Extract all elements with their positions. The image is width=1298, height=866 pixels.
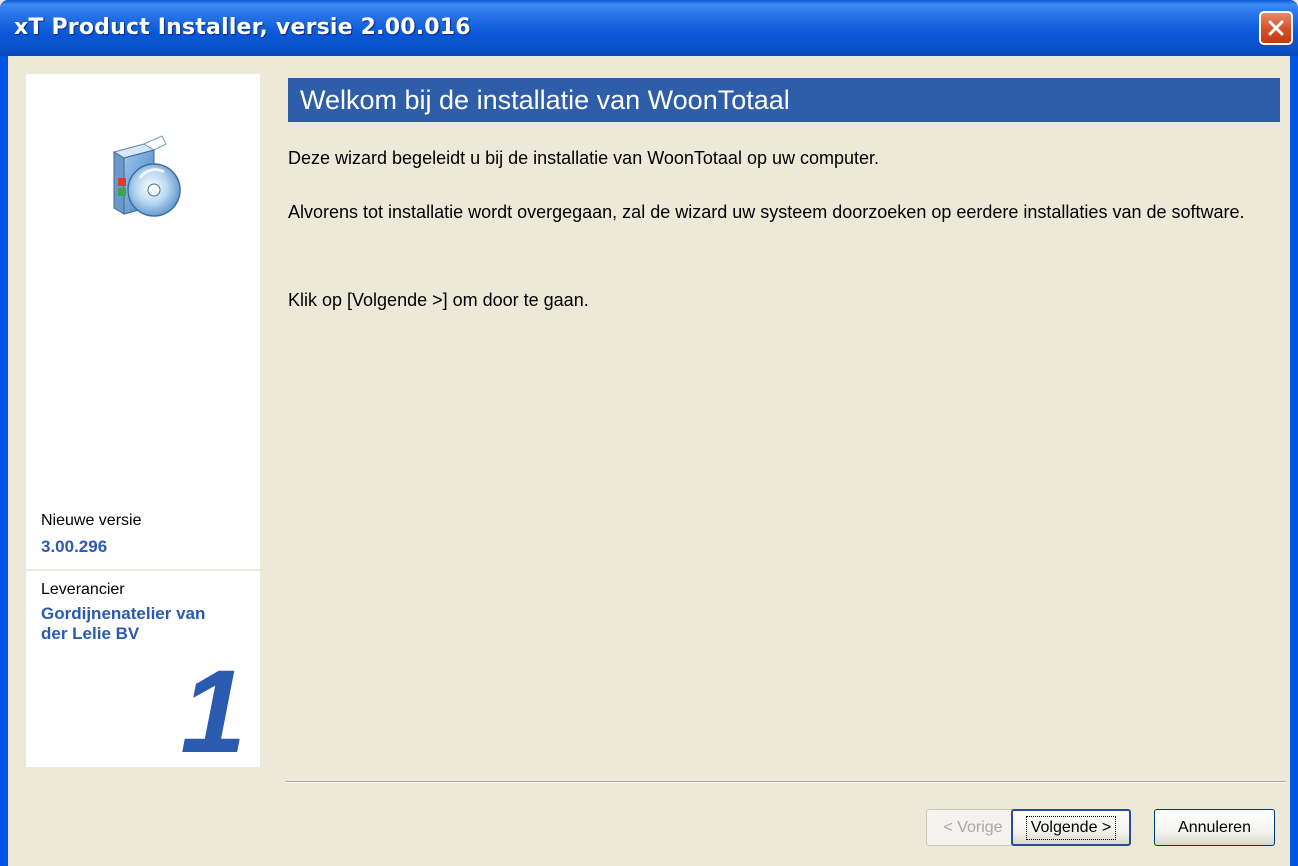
back-button-label: < Vorige (943, 818, 1003, 836)
new-version-label: Nieuwe versie (41, 512, 142, 529)
side-panel: Nieuwe versie 3.00.296 Leverancier Gordi… (26, 74, 260, 778)
dialog-client-area: Nieuwe versie 3.00.296 Leverancier Gordi… (8, 56, 1290, 866)
next-button[interactable]: Volgende > (1011, 809, 1131, 846)
welcome-banner: Welkom bij de installatie van WoonTotaal (288, 78, 1280, 122)
back-button[interactable]: < Vorige (926, 809, 1020, 846)
close-icon (1268, 20, 1284, 36)
cancel-button[interactable]: Annuleren (1154, 809, 1275, 846)
title-bar[interactable]: xT Product Installer, versie 2.00.016 (0, 0, 1298, 56)
button-separator (286, 781, 1286, 783)
supplier-value-line-2: der Lelie BV (41, 624, 140, 643)
window-title: xT Product Installer, versie 2.00.016 (14, 15, 471, 40)
step-number: 1 (180, 646, 246, 778)
page-title: Welkom bij de installatie van WoonTotaal (300, 85, 790, 115)
supplier-value-line-1: Gordijnenatelier van (41, 604, 206, 623)
scan-paragraph: Alvorens tot installatie wordt overgegaa… (288, 202, 1245, 222)
close-button[interactable] (1259, 11, 1293, 45)
installer-window: xT Product Installer, versie 2.00.016 Ni… (0, 0, 1298, 866)
supplier-label: Leverancier (41, 581, 125, 598)
supplier-value: Gordijnenatelier van der Lelie BV (41, 604, 205, 644)
cancel-button-label: Annuleren (1178, 818, 1251, 836)
new-version-value: 3.00.296 (41, 537, 108, 556)
installer-box-cd-icon (112, 135, 181, 217)
instruction-paragraph: Klik op [Volgende >] om door te gaan. (288, 290, 589, 310)
intro-paragraph: Deze wizard begeleidt u bij de installat… (288, 148, 880, 168)
next-button-label: Volgende > (1025, 815, 1117, 840)
side-divider (26, 569, 260, 571)
